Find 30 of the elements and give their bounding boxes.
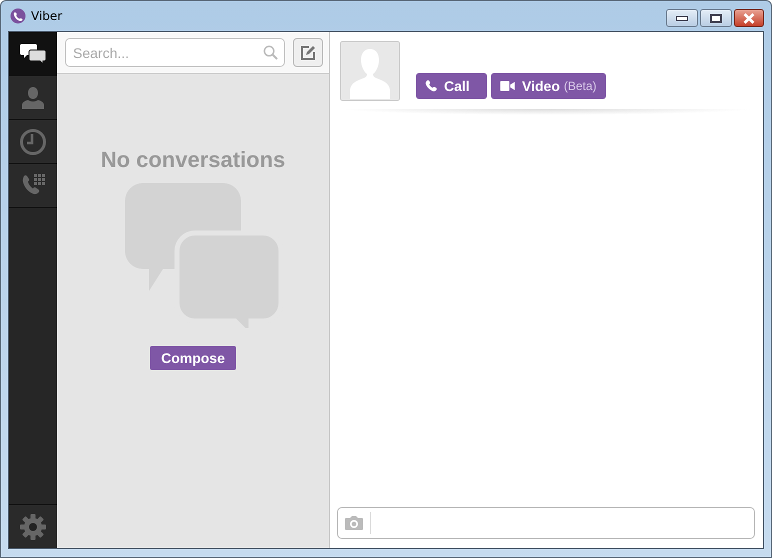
- search-icon: [263, 45, 278, 60]
- close-button[interactable]: [734, 9, 764, 27]
- app-logo-icon: [10, 8, 26, 24]
- chat-bubbles-icon: [19, 42, 47, 66]
- window-title: Viber: [31, 9, 62, 23]
- dialpad-tab[interactable]: [9, 164, 57, 208]
- minimize-button[interactable]: [666, 9, 698, 27]
- call-label: Call: [444, 78, 470, 94]
- video-camera-icon: [500, 81, 515, 91]
- maximize-button[interactable]: [700, 9, 732, 27]
- video-call-button[interactable]: Video (Beta): [491, 73, 606, 99]
- message-field[interactable]: [337, 507, 755, 539]
- chats-tab[interactable]: [9, 32, 57, 76]
- phone-icon: [425, 80, 437, 92]
- settings-button[interactable]: [9, 504, 57, 548]
- clock-icon: [19, 128, 47, 156]
- recents-tab[interactable]: [9, 120, 57, 164]
- avatar-silhouette: [340, 41, 400, 101]
- edit-icon: [300, 44, 316, 60]
- call-button[interactable]: Call: [416, 73, 487, 99]
- empty-state-title: No conversations: [100, 147, 286, 173]
- compose-button[interactable]: [293, 38, 323, 67]
- search-field[interactable]: Search...: [65, 38, 285, 67]
- settings-icon: [19, 512, 47, 540]
- camera-icon: [344, 515, 364, 531]
- close-icon: [742, 12, 756, 24]
- compose-button[interactable]: Compose: [150, 346, 236, 370]
- video-label: Video: [522, 78, 560, 94]
- person-icon: [20, 84, 46, 110]
- beta-note: (Beta): [564, 79, 597, 93]
